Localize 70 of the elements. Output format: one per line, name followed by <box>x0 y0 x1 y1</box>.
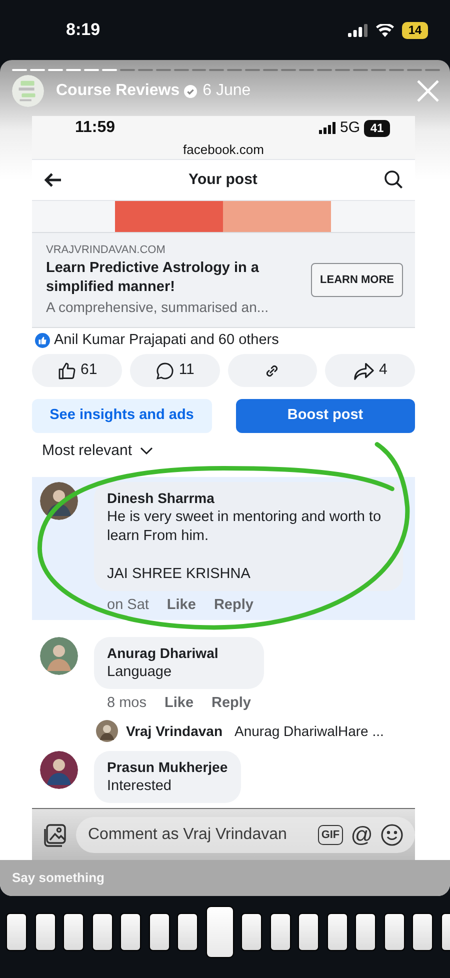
emoji-icon[interactable] <box>381 824 403 846</box>
link-description: A comprehensive, summarised an... <box>46 298 270 317</box>
sort-dropdown[interactable]: Most relevant <box>42 440 154 462</box>
comment-field[interactable]: Comment as Vraj Vrindavan GIF @ <box>76 817 415 853</box>
like-reaction-icon <box>35 333 50 348</box>
battery-indicator: 14 <box>402 22 428 38</box>
url-text: facebook.com <box>32 140 415 160</box>
story-thumbnail[interactable] <box>34 913 56 951</box>
share-button[interactable]: 4 <box>325 354 415 387</box>
reply-link[interactable]: Reply <box>214 594 254 616</box>
reactions-summary: Anil Kumar Prajapati and 60 others <box>54 330 279 350</box>
link-preview-card[interactable]: VRAJVRINDAVAN.COM Learn Predictive Astrology in a simplified manner! A comprehensive, summarised an... LEARN MORE <box>32 232 415 328</box>
story-thumbnail[interactable] <box>241 913 262 951</box>
reply-link[interactable]: Reply <box>212 693 252 715</box>
avatar <box>12 75 44 107</box>
link-domain: VRAJVRINDAVAN.COM <box>46 243 166 258</box>
like-button[interactable]: 61 <box>32 354 122 387</box>
comment-time: 8 mos <box>107 694 146 714</box>
story-thumbnail[interactable] <box>412 913 433 951</box>
story-thumbnail[interactable] <box>92 913 112 951</box>
reply-preview-text: Anurag DhariwalHare ... <box>234 722 384 741</box>
clock-time: 8:19 <box>66 19 100 42</box>
like-link[interactable]: Like <box>166 594 196 616</box>
story-thumbnail[interactable] <box>177 913 198 951</box>
learn-more-button[interactable]: LEARN MORE <box>311 262 403 298</box>
story-thumbnail[interactable] <box>6 913 27 951</box>
story-thumbnail[interactable] <box>63 913 84 951</box>
insights-button[interactable]: See insights and ads <box>32 399 212 433</box>
comment-author: Anurag Dhariwal <box>107 644 220 664</box>
thumbs-up-icon <box>56 360 77 380</box>
story-thumbnail[interactable] <box>148 913 170 951</box>
link-headline: Learn Predictive Astrology in a simplified manner! <box>46 258 260 297</box>
story-thumbnail[interactable] <box>120 913 141 951</box>
signal-icon <box>318 122 336 134</box>
signal-icon <box>348 24 368 36</box>
comment-text: He is very sweet in mentoring and worth to learn From him. <box>107 508 382 546</box>
story-thumbnail[interactable] <box>326 913 348 951</box>
comment-author: Dinesh Sharrma <box>107 488 216 508</box>
mention-button[interactable]: @ <box>350 824 373 846</box>
page-title: Your post <box>188 170 258 190</box>
comment-icon <box>154 360 175 380</box>
clock-time: 11:59 <box>75 118 116 138</box>
reply-author: Vraj Vrindavan <box>126 722 222 741</box>
story-thumbnail[interactable] <box>270 913 290 951</box>
comment-text: JAI SHREE KRISHNA <box>107 564 252 584</box>
comment-author: Prasun Mukherjee <box>107 758 228 777</box>
avatar <box>40 751 78 789</box>
boost-post-button[interactable]: Boost post <box>236 399 415 433</box>
story-thumbnail[interactable] <box>206 906 234 958</box>
comment-button[interactable]: 11 <box>130 354 220 387</box>
avatar <box>96 720 118 742</box>
avatar <box>40 482 78 520</box>
gif-button[interactable]: GIF <box>318 825 343 845</box>
post-date: 6 June <box>202 81 251 101</box>
account-name: Course Reviews <box>56 81 180 101</box>
story-thumbnail[interactable] <box>298 913 319 951</box>
reply-field[interactable]: Say something <box>12 868 152 888</box>
comment-time: on Sat <box>107 596 149 614</box>
battery-indicator: 41 <box>364 120 390 136</box>
wifi-icon <box>376 24 394 36</box>
story-thumbnail[interactable] <box>355 913 376 951</box>
share-icon <box>352 360 375 380</box>
comment-text: Interested <box>107 777 172 796</box>
avatar <box>40 637 78 676</box>
comment-text: Language <box>107 663 173 682</box>
network-label: 5G <box>340 118 360 138</box>
gallery-button[interactable] <box>42 822 68 848</box>
like-link[interactable]: Like <box>164 693 194 715</box>
chevron-icon <box>140 447 154 456</box>
story-thumbnail[interactable] <box>384 913 404 951</box>
